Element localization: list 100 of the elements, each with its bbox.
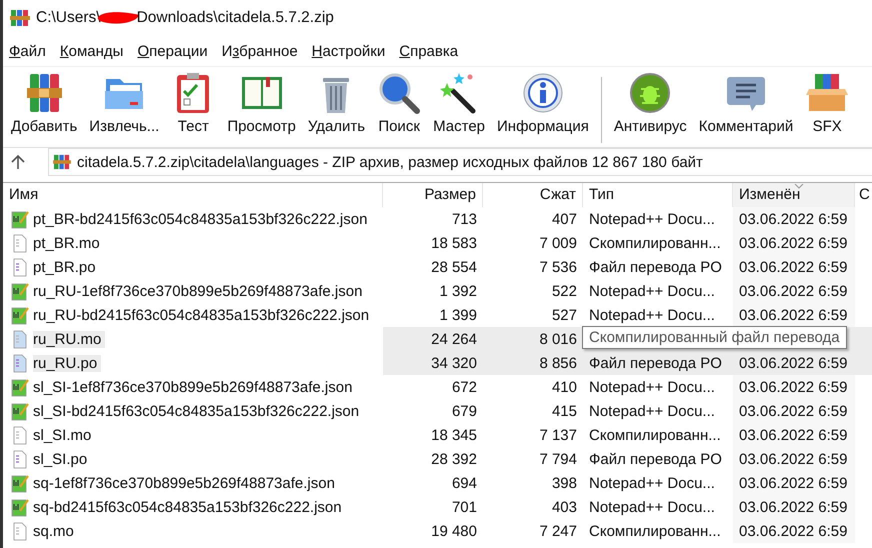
toolbar-button[interactable]: Комментарий bbox=[692, 71, 800, 135]
file-size: 28 554 bbox=[431, 258, 477, 276]
file-row[interactable]: ru_RU.po 34 320 8 856 Файл перевода PO 03.06.2022 6:59 bbox=[3, 351, 872, 375]
packed-size: 410 bbox=[552, 378, 577, 396]
file-type: Скомпилированн... bbox=[589, 234, 721, 252]
menu-item[interactable]: Команды bbox=[60, 42, 124, 60]
bug-icon bbox=[628, 71, 672, 115]
file-type: Notepad++ Docu... bbox=[589, 282, 715, 300]
column-header[interactable]: Имя bbox=[3, 183, 383, 207]
menu-item[interactable]: Настройки bbox=[312, 42, 386, 60]
packed-size: 8 016 bbox=[539, 330, 577, 348]
file-name: sl_SI.mo bbox=[33, 426, 92, 444]
file-row[interactable]: pt_BR.po 28 554 7 536 Файл перевода PO 03.06.2022 6:59 bbox=[3, 255, 872, 279]
window-title: Downloads\citadela.5.7.2.zip bbox=[136, 9, 334, 27]
document-icon bbox=[11, 234, 29, 252]
file-size: 1 399 bbox=[439, 306, 477, 324]
packed-size: 8 856 bbox=[539, 354, 577, 372]
menu-item[interactable]: Избранное bbox=[222, 42, 298, 60]
file-type: Файл перевода PO bbox=[589, 450, 722, 468]
column-header[interactable]: Сжат bbox=[483, 183, 583, 207]
file-row[interactable]: ru_RU-1ef8f736ce370b899e5b269f48873afe.json 1 392 522 Notepad++ Docu... 03.06.2022 6:59 bbox=[3, 279, 872, 303]
modified-date: 03.06.2022 6:59 bbox=[739, 354, 848, 372]
modified-date: 03.06.2022 6:59 bbox=[739, 402, 848, 420]
packed-size: 415 bbox=[552, 402, 577, 420]
packed-size: 527 bbox=[552, 306, 577, 324]
file-row[interactable]: sq.mo 19 480 7 247 Скомпилированн... 03.06.2022 6:59 bbox=[3, 519, 872, 543]
translation-file-icon bbox=[11, 354, 29, 372]
toolbar-button[interactable]: Информация bbox=[491, 71, 595, 135]
toolbar-button[interactable]: Тест bbox=[165, 71, 222, 135]
document-icon bbox=[11, 426, 29, 444]
file-size: 701 bbox=[452, 498, 477, 516]
file-name: sl_SI.po bbox=[33, 450, 88, 468]
toolbar-button[interactable]: Просмотр bbox=[221, 71, 302, 135]
menu-item[interactable]: Справка bbox=[399, 42, 458, 60]
document-icon bbox=[11, 330, 29, 348]
archive-icon bbox=[10, 9, 30, 27]
column-header[interactable]: Размер bbox=[383, 183, 483, 207]
column-header[interactable]: С bbox=[855, 183, 872, 207]
file-name: ru_RU-1ef8f736ce370b899e5b269f48873afe.json bbox=[33, 282, 364, 300]
notepad-file-icon bbox=[11, 474, 29, 492]
modified-date: 03.06.2022 6:59 bbox=[739, 258, 848, 276]
modified-date: 03.06.2022 6:59 bbox=[739, 450, 848, 468]
file-row[interactable]: pt_BR.mo 18 583 7 009 Скомпилированн... 03.06.2022 6:59 bbox=[3, 231, 872, 255]
file-size: 19 480 bbox=[431, 522, 477, 540]
file-type: Notepad++ Docu... bbox=[589, 306, 715, 324]
notepad-file-icon bbox=[11, 282, 29, 300]
file-row[interactable]: ru_RU-bd2415f63c054c84835a153bf326c222.json 1 399 527 Notepad++ Docu... 03.06.2022 6:59 bbox=[3, 303, 872, 327]
notepad-file-icon bbox=[11, 306, 29, 324]
modified-date: 03.06.2022 6:59 bbox=[739, 474, 848, 492]
file-name: sq.mo bbox=[33, 522, 75, 540]
file-type: Notepad++ Docu... bbox=[589, 402, 715, 420]
file-row[interactable]: sl_SI.po 28 392 7 794 Файл перевода PO 03.06.2022 6:59 bbox=[3, 447, 872, 471]
file-row[interactable]: sl_SI-1ef8f736ce370b899e5b269f48873afe.json 672 410 Notepad++ Docu... 03.06.2022 6:59 bbox=[3, 375, 872, 399]
toolbar-button[interactable]: Мастер bbox=[427, 71, 492, 135]
modified-date: 03.06.2022 6:59 bbox=[739, 306, 848, 324]
file-name: sl_SI-bd2415f63c054c84835a153bf326c222.json bbox=[33, 402, 360, 420]
packed-size: 403 bbox=[552, 498, 577, 516]
file-row[interactable]: sl_SI.mo 18 345 7 137 Скомпилированн... 03.06.2022 6:59 bbox=[3, 423, 872, 447]
modified-date: 03.06.2022 6:59 bbox=[739, 522, 848, 540]
packed-size: 407 bbox=[552, 210, 577, 228]
window-title: C:\Users\ bbox=[36, 9, 101, 27]
column-header[interactable]: Изменён bbox=[733, 183, 855, 207]
file-name: sl_SI-1ef8f736ce370b899e5b269f48873afe.json bbox=[33, 378, 354, 396]
translation-file-icon bbox=[11, 258, 29, 276]
file-size: 18 583 bbox=[431, 234, 477, 252]
file-type: Скомпилированн... bbox=[589, 522, 721, 540]
toolbar-button[interactable]: Поиск bbox=[371, 71, 428, 135]
menu-item[interactable]: Файл bbox=[9, 42, 46, 60]
search-icon bbox=[377, 71, 422, 115]
modified-date: 03.06.2022 6:59 bbox=[739, 210, 848, 228]
file-row[interactable]: sq-bd2415f63c054c84835a153bf326c222.json 701 403 Notepad++ Docu... 03.06.2022 6:59 bbox=[3, 495, 872, 519]
file-name: sq-1ef8f736ce370b899e5b269f48873afe.json bbox=[33, 474, 336, 492]
toolbar-button[interactable]: SFX bbox=[799, 71, 856, 135]
path-field[interactable]: citadela.5.7.2.zip\citadela\languages - ZIP архив, размер исходных файлов 12 867 180 байт bbox=[48, 148, 872, 176]
packed-size: 7 247 bbox=[539, 522, 577, 540]
toolbar-button[interactable]: Антивирус bbox=[608, 71, 693, 135]
file-name: pt_BR.mo bbox=[33, 234, 101, 252]
notepad-file-icon bbox=[11, 210, 29, 228]
tooltip: Скомпилированный файл перевода bbox=[582, 326, 847, 349]
file-row[interactable]: sq-1ef8f736ce370b899e5b269f48873afe.json 694 398 Notepad++ Docu... 03.06.2022 6:59 bbox=[3, 471, 872, 495]
menu-item[interactable]: Операции bbox=[137, 42, 208, 60]
file-type: Файл перевода PO bbox=[589, 354, 722, 372]
file-name: pt_BR-bd2415f63c054c84835a153bf326c222.json bbox=[33, 210, 368, 228]
notepad-file-icon bbox=[11, 402, 29, 420]
toolbar-button[interactable]: Добавить bbox=[5, 71, 84, 135]
notepad-file-icon bbox=[11, 378, 29, 396]
file-name: sq-bd2415f63c054c84835a153bf326c222.json bbox=[33, 498, 343, 516]
toolbar-button[interactable]: Извлечь... bbox=[83, 71, 166, 135]
info-icon bbox=[520, 71, 565, 115]
file-row[interactable]: sl_SI-bd2415f63c054c84835a153bf326c222.json 679 415 Notepad++ Docu... 03.06.2022 6:59 bbox=[3, 399, 872, 423]
toolbar-button[interactable]: Удалить bbox=[302, 71, 372, 135]
archive-icon bbox=[53, 154, 71, 170]
up-arrow-icon[interactable] bbox=[11, 154, 25, 170]
packed-size: 7 794 bbox=[539, 450, 577, 468]
sort-caret-icon bbox=[794, 184, 804, 189]
modified-date: 03.06.2022 6:59 bbox=[739, 282, 848, 300]
file-size: 28 392 bbox=[431, 450, 477, 468]
file-row[interactable]: pt_BR-bd2415f63c054c84835a153bf326c222.json 713 407 Notepad++ Docu... 03.06.2022 6:59 bbox=[3, 207, 872, 231]
file-name: ru_RU-bd2415f63c054c84835a153bf326c222.json bbox=[33, 306, 370, 324]
packed-size: 7 536 bbox=[539, 258, 577, 276]
